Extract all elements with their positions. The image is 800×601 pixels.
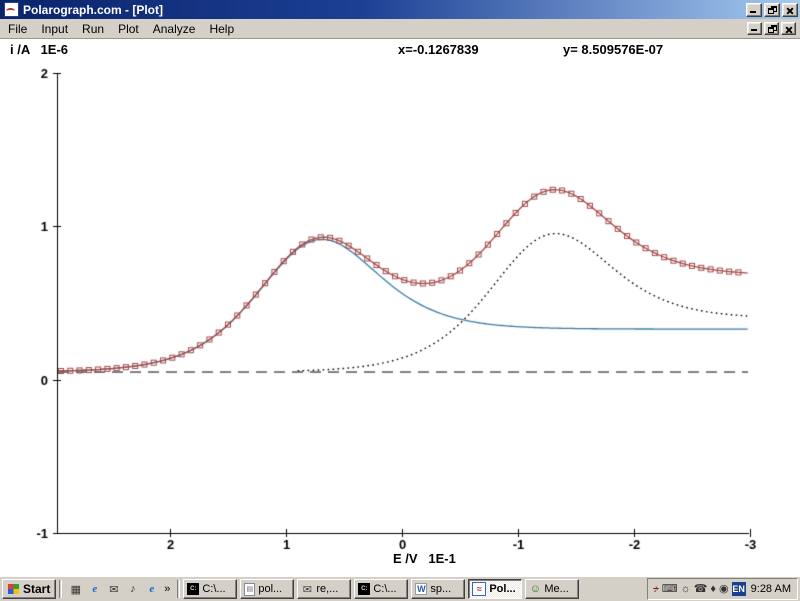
close-icon bbox=[785, 26, 793, 33]
messenger-icon: ☺ bbox=[529, 583, 541, 595]
app-icon[interactable] bbox=[4, 2, 19, 17]
volume-muted-icon[interactable]: ♪ bbox=[653, 584, 659, 595]
mdi-minimize-button[interactable] bbox=[747, 22, 762, 35]
menu-plot[interactable]: Plot bbox=[111, 20, 146, 38]
menubar: File Input Run Plot Analyze Help bbox=[0, 19, 800, 39]
language-indicator[interactable]: EN bbox=[732, 582, 746, 596]
dos-icon: C: bbox=[187, 583, 199, 595]
task-button-6-active[interactable]: ≈ Pol... bbox=[468, 579, 522, 599]
close-icon bbox=[786, 7, 794, 14]
taskbar: Start ▦ e ✉ ♪ e » C: C:\... ▤ pol... ✉ r… bbox=[0, 576, 800, 601]
outlook-icon[interactable]: ✉ bbox=[105, 581, 122, 598]
plot-client-area: i /A 1E-6 x=-0.1267839 y= 8.509576E-07 E… bbox=[0, 39, 800, 576]
network-icon[interactable]: ◉ bbox=[719, 584, 729, 595]
polarograph-icon: ≈ bbox=[472, 582, 486, 596]
task-button-4[interactable]: C: C:\... bbox=[354, 579, 408, 599]
app-window: Polarograph.com - [Plot] File Input Run … bbox=[0, 0, 800, 600]
taskbar-divider bbox=[177, 580, 180, 598]
menu-file[interactable]: File bbox=[1, 20, 34, 38]
close-button[interactable] bbox=[782, 3, 798, 17]
minimize-icon bbox=[750, 11, 756, 13]
mdi-close-button[interactable] bbox=[781, 22, 796, 35]
task-button-1[interactable]: C: C:\... bbox=[183, 579, 237, 599]
task-label: re,... bbox=[316, 583, 338, 595]
media-player-icon[interactable]: ♪ bbox=[124, 581, 141, 598]
quick-launch-overflow-chevron[interactable]: » bbox=[162, 581, 172, 598]
scheduler-icon[interactable]: ☼ bbox=[681, 584, 691, 595]
taskbar-clock: 9:28 AM bbox=[749, 583, 791, 595]
cursor-y-readout: y= 8.509576E-07 bbox=[563, 42, 663, 57]
plot-canvas[interactable] bbox=[0, 38, 800, 576]
menu-input[interactable]: Input bbox=[34, 20, 75, 38]
start-button[interactable]: Start bbox=[2, 579, 56, 599]
minimize-button[interactable] bbox=[746, 3, 762, 17]
menu-analyze[interactable]: Analyze bbox=[146, 20, 203, 38]
titlebar[interactable]: Polarograph.com - [Plot] bbox=[0, 0, 800, 19]
antivirus-icon[interactable]: ♦ bbox=[710, 584, 716, 595]
menu-run[interactable]: Run bbox=[75, 20, 111, 38]
task-button-2[interactable]: ▤ pol... bbox=[240, 579, 294, 599]
taskbar-divider bbox=[59, 580, 62, 598]
keyboard-icon[interactable]: ⌨ bbox=[662, 584, 678, 595]
notepad-icon: ▤ bbox=[244, 583, 255, 596]
mdi-restore-button[interactable] bbox=[764, 22, 779, 35]
system-tray: ♪ ⌨ ☼ ☎ ♦ ◉ EN 9:28 AM bbox=[647, 578, 798, 600]
task-label: Pol... bbox=[489, 583, 515, 595]
task-label: Me... bbox=[544, 583, 568, 595]
show-desktop-icon[interactable]: ▦ bbox=[67, 581, 84, 598]
x-axis-title: E /V 1E-1 bbox=[393, 551, 456, 566]
mail-icon: ✉ bbox=[301, 583, 313, 595]
window-buttons bbox=[746, 3, 798, 17]
task-label: C:\... bbox=[202, 583, 225, 595]
restore-icon bbox=[768, 25, 777, 33]
windows-logo-icon bbox=[8, 584, 19, 594]
task-button-5[interactable]: W sp... bbox=[411, 579, 465, 599]
task-label: C:\... bbox=[373, 583, 396, 595]
restore-icon bbox=[768, 6, 777, 14]
y-axis-title: i /A 1E-6 bbox=[10, 42, 68, 57]
fax-icon[interactable]: ☎ bbox=[694, 584, 708, 595]
restore-button[interactable] bbox=[764, 3, 780, 17]
task-label: pol... bbox=[258, 583, 282, 595]
window-title: Polarograph.com - [Plot] bbox=[23, 3, 746, 17]
dos-icon: C: bbox=[358, 583, 370, 595]
start-label: Start bbox=[23, 582, 50, 596]
word-icon: W bbox=[415, 583, 427, 595]
minimize-icon bbox=[751, 29, 757, 31]
internet-explorer-icon[interactable]: e bbox=[86, 581, 103, 598]
task-button-3[interactable]: ✉ re,... bbox=[297, 579, 351, 599]
task-button-7[interactable]: ☺ Me... bbox=[525, 579, 579, 599]
mdi-window-buttons bbox=[747, 22, 799, 35]
menu-help[interactable]: Help bbox=[202, 20, 241, 38]
cursor-x-readout: x=-0.1267839 bbox=[398, 42, 479, 57]
browser-icon[interactable]: e bbox=[143, 581, 160, 598]
quick-launch: ▦ e ✉ ♪ e » bbox=[65, 581, 174, 598]
task-label: sp... bbox=[430, 583, 451, 595]
